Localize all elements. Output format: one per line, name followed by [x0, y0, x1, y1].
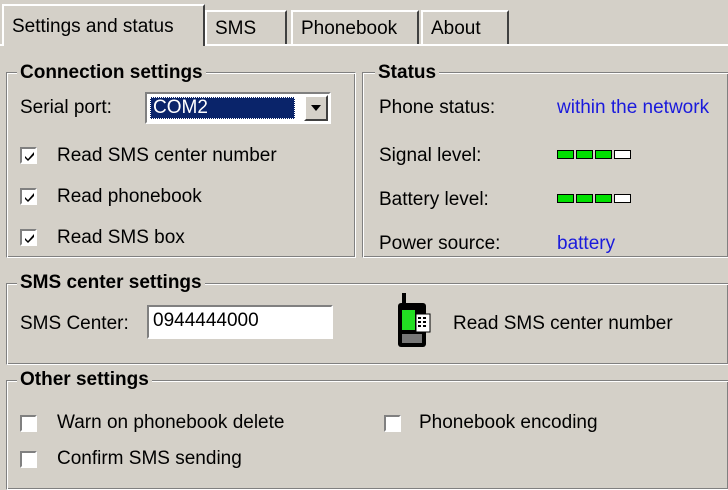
battery-level-label: Battery level:: [379, 189, 489, 210]
confirm-sms-sending-label: Confirm SMS sending: [57, 448, 242, 469]
status-title: Status: [375, 62, 440, 84]
serial-port-combo[interactable]: COM2: [145, 92, 331, 124]
battery-segment: [595, 194, 612, 203]
other-settings-title: Other settings: [17, 369, 152, 391]
signal-level-indicator: [557, 150, 631, 159]
phone-status-label: Phone status:: [379, 97, 496, 118]
read-sms-center-checkbox[interactable]: [20, 147, 37, 164]
signal-segment: [557, 150, 574, 159]
read-phonebook-label: Read phonebook: [57, 186, 202, 207]
read-sms-box-checkbox[interactable]: [20, 229, 37, 246]
confirm-sms-sending-checkbox[interactable]: [20, 451, 37, 468]
phone-status-value: within the network: [557, 97, 710, 118]
signal-segment: [595, 150, 612, 159]
signal-segment: [614, 150, 631, 159]
battery-level-indicator: [557, 194, 631, 203]
power-source-value: battery: [557, 233, 616, 254]
read-sms-center-label: Read SMS center number: [57, 145, 277, 166]
battery-segment: [614, 194, 631, 203]
phonebook-encoding-checkbox[interactable]: [384, 415, 401, 432]
power-source-label: Power source:: [379, 233, 501, 254]
tab-settings-and-status[interactable]: Settings and status: [2, 4, 205, 46]
signal-level-label: Signal level:: [379, 145, 482, 166]
signal-segment: [576, 150, 593, 159]
warn-phonebook-delete-label: Warn on phonebook delete: [57, 412, 285, 433]
battery-segment: [557, 194, 574, 203]
read-phonebook-checkbox[interactable]: [20, 188, 37, 205]
phonebook-encoding-label: Phonebook encoding: [419, 412, 598, 433]
read-sms-center-button[interactable]: Read SMS center number: [453, 313, 673, 335]
chevron-down-icon[interactable]: [304, 95, 328, 121]
tab-phonebook[interactable]: Phonebook: [291, 10, 419, 44]
serial-port-label: Serial port:: [20, 97, 112, 118]
connection-settings-title: Connection settings: [17, 62, 206, 84]
warn-phonebook-delete-checkbox[interactable]: [20, 415, 37, 432]
other-settings-group: [6, 380, 728, 490]
sms-center-input[interactable]: 0944444000: [147, 305, 333, 339]
read-sms-box-label: Read SMS box: [57, 227, 185, 248]
mobile-phone-icon[interactable]: [395, 292, 433, 348]
serial-port-value: COM2: [150, 97, 295, 119]
tab-sms[interactable]: SMS: [205, 10, 287, 44]
tab-about[interactable]: About: [421, 10, 509, 44]
sms-center-label: SMS Center:: [20, 313, 129, 334]
battery-segment: [576, 194, 593, 203]
sms-center-title: SMS center settings: [17, 272, 205, 294]
